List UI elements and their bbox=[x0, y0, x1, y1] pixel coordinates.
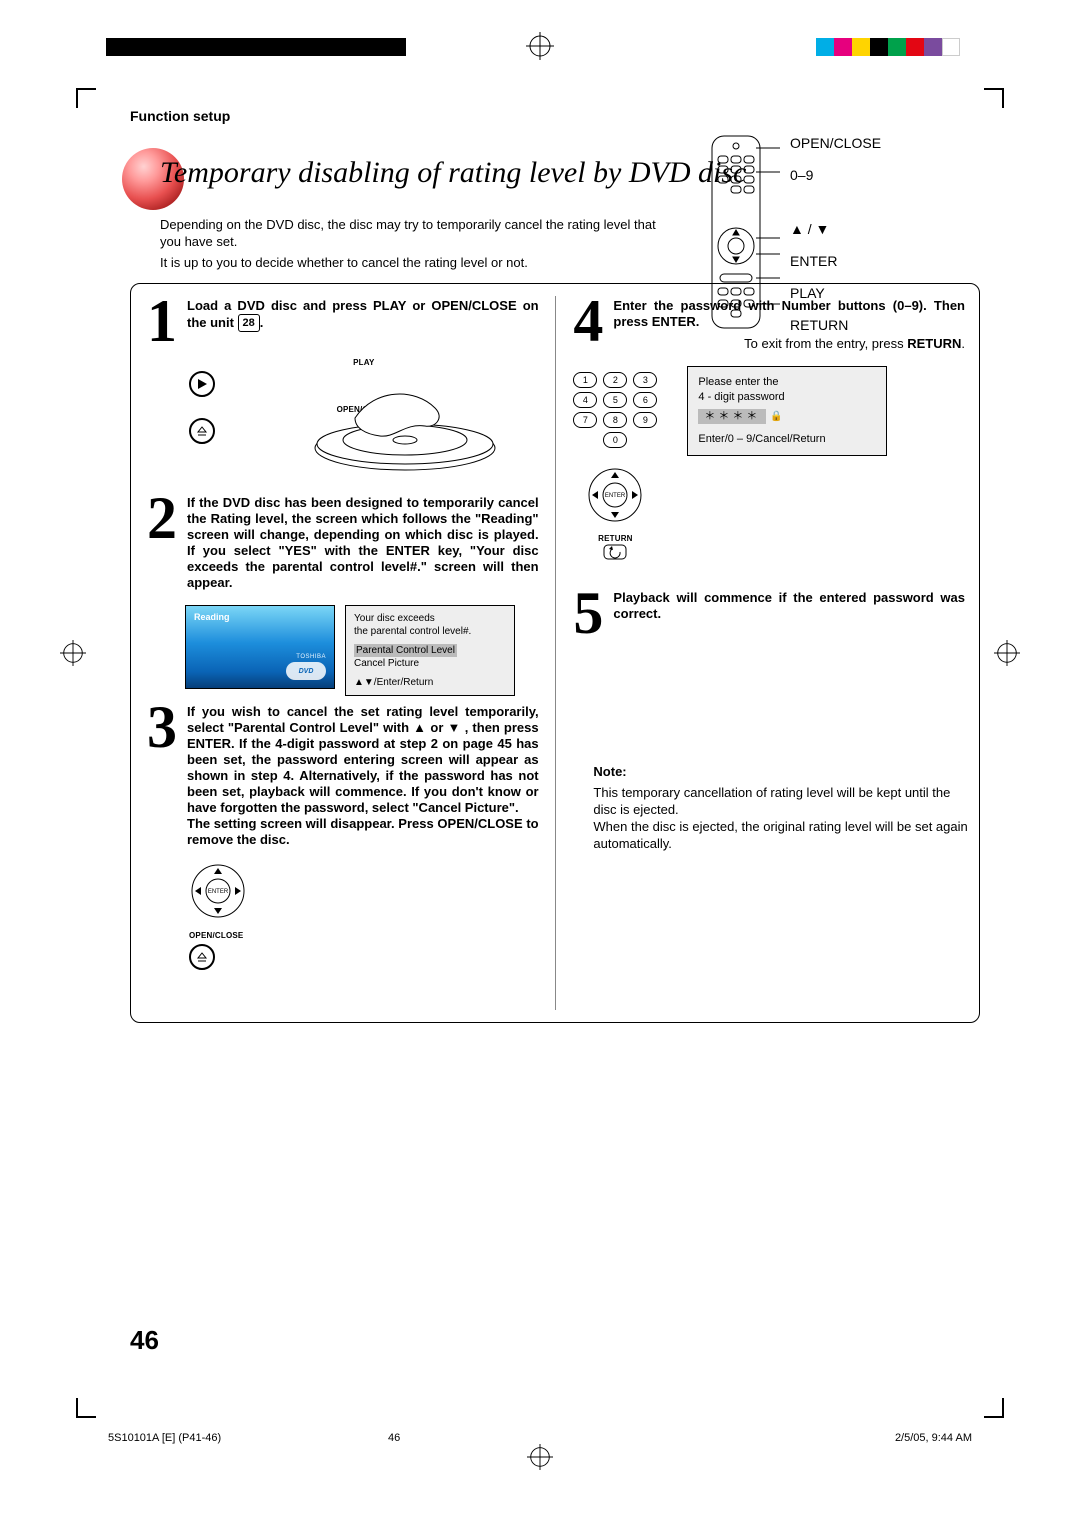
openclose-small-label: OPEN/CLOSE bbox=[189, 931, 247, 940]
remote-label-openclose: OPEN/CLOSE bbox=[790, 134, 881, 152]
note-line2: When the disc is ejected, the original r… bbox=[593, 818, 975, 852]
enter-nav-icon: ENTER bbox=[189, 862, 247, 920]
svg-text:ENTER: ENTER bbox=[208, 889, 229, 895]
crop-mark-tl bbox=[76, 88, 96, 108]
column-divider bbox=[555, 296, 556, 1010]
step-4-graphics: 1234567890 ENTER RETURN bbox=[573, 366, 965, 562]
step-number-1: 1 bbox=[145, 298, 179, 344]
registration-mark-top bbox=[526, 32, 554, 60]
lock-icon: 🔒 bbox=[770, 409, 782, 424]
page-title: Temporary disabling of rating level by D… bbox=[160, 156, 746, 190]
osd-dvd-logo: DVD bbox=[286, 662, 326, 680]
enter-nav-icon-2: ENTER bbox=[586, 466, 644, 524]
password-entry-screen: Please enter the 4 - digit password ＊＊＊＊… bbox=[687, 366, 887, 456]
osd-exceeds-screen: Your disc exceeds the parental control l… bbox=[345, 605, 515, 696]
registration-mark-left bbox=[60, 640, 86, 666]
intro-paragraph-2: It is up to you to decide whether to can… bbox=[160, 254, 680, 271]
step-3-icons: ENTER OPEN/CLOSE bbox=[189, 862, 539, 970]
osd-option-parental: Parental Control Level bbox=[354, 644, 457, 657]
openclose-icon bbox=[189, 418, 215, 444]
registration-top bbox=[0, 32, 1080, 72]
registration-color-swatches bbox=[816, 38, 960, 56]
openclose-small-icon bbox=[189, 944, 215, 970]
pw-hint: Enter/0 – 9/Cancel/Return bbox=[698, 432, 876, 447]
pw-line1: Please enter the bbox=[698, 375, 876, 390]
step-number-3: 3 bbox=[145, 704, 179, 750]
step-3-text: If you wish to cancel the set rating lev… bbox=[187, 704, 539, 848]
osd-reading-label: Reading bbox=[194, 612, 230, 622]
page-ref-28: 28 bbox=[238, 314, 260, 332]
crop-mark-bl bbox=[76, 1398, 96, 1418]
step-4-text: Enter the password with Number buttons (… bbox=[613, 298, 965, 352]
number-keypad-icon: 1234567890 bbox=[573, 372, 657, 448]
remote-label-updown: ▲ / ▼ bbox=[790, 220, 881, 238]
remote-label-enter: ENTER bbox=[790, 252, 881, 270]
page-number: 46 bbox=[130, 1325, 159, 1356]
remote-label-digits: 0–9 bbox=[790, 166, 881, 184]
crop-mark-br bbox=[984, 1398, 1004, 1418]
play-icon bbox=[189, 371, 215, 397]
crop-mark-tr bbox=[984, 88, 1004, 108]
osd-reading-screen: Reading TOSHIBA DVD bbox=[185, 605, 335, 689]
footer-file-id: 5S10101A [E] (P41-46) bbox=[108, 1432, 221, 1444]
svg-text:ENTER: ENTER bbox=[605, 493, 626, 499]
step-number-5: 5 bbox=[571, 590, 605, 636]
step-number-2: 2 bbox=[145, 495, 179, 541]
return-icon bbox=[603, 544, 627, 562]
pw-line2: 4 - digit password bbox=[698, 390, 876, 405]
registration-blackbar bbox=[106, 38, 406, 56]
pw-stars: ＊＊＊＊ bbox=[698, 409, 766, 424]
step-2-osd-row: Reading TOSHIBA DVD Your disc exceeds th… bbox=[185, 605, 539, 696]
step-number-4: 4 bbox=[571, 298, 605, 344]
step-1-text: Load a DVD disc and press PLAY or OPEN/C… bbox=[187, 298, 539, 332]
osd-exceeds-line1: Your disc exceeds bbox=[354, 612, 506, 625]
osd-exceeds-line2: the parental control level#. bbox=[354, 625, 506, 638]
osd-nav-hint: ▲▼/Enter/Return bbox=[354, 676, 506, 689]
footer-date: 2/5/05, 9:44 AM bbox=[895, 1432, 972, 1444]
disc-tray-illustration bbox=[285, 378, 505, 478]
osd-option-cancel: Cancel Picture bbox=[354, 657, 506, 670]
note-line1: This temporary cancellation of rating le… bbox=[593, 784, 975, 818]
section-header: Function setup bbox=[130, 108, 980, 124]
footer-page: 46 bbox=[388, 1432, 400, 1444]
registration-mark-right bbox=[994, 640, 1020, 666]
intro-paragraph-1: Depending on the DVD disc, the disc may … bbox=[160, 216, 680, 250]
step-5-text: Playback will commence if the entered pa… bbox=[613, 590, 965, 622]
footer: 5S10101A [E] (P41-46) 46 2/5/05, 9:44 AM bbox=[108, 1432, 972, 1444]
osd-toshiba-mark: TOSHIBA bbox=[296, 654, 326, 660]
play-label: PLAY bbox=[189, 358, 539, 367]
note-block: Note: This temporary cancellation of rat… bbox=[593, 763, 975, 852]
return-small-label: RETURN bbox=[598, 534, 633, 543]
registration-mark-bottom bbox=[527, 1444, 553, 1470]
step-2-text: If the DVD disc has been designed to tem… bbox=[187, 495, 539, 591]
note-heading: Note: bbox=[593, 763, 975, 780]
steps-panel: 1 Load a DVD disc and press PLAY or OPEN… bbox=[130, 283, 980, 1023]
